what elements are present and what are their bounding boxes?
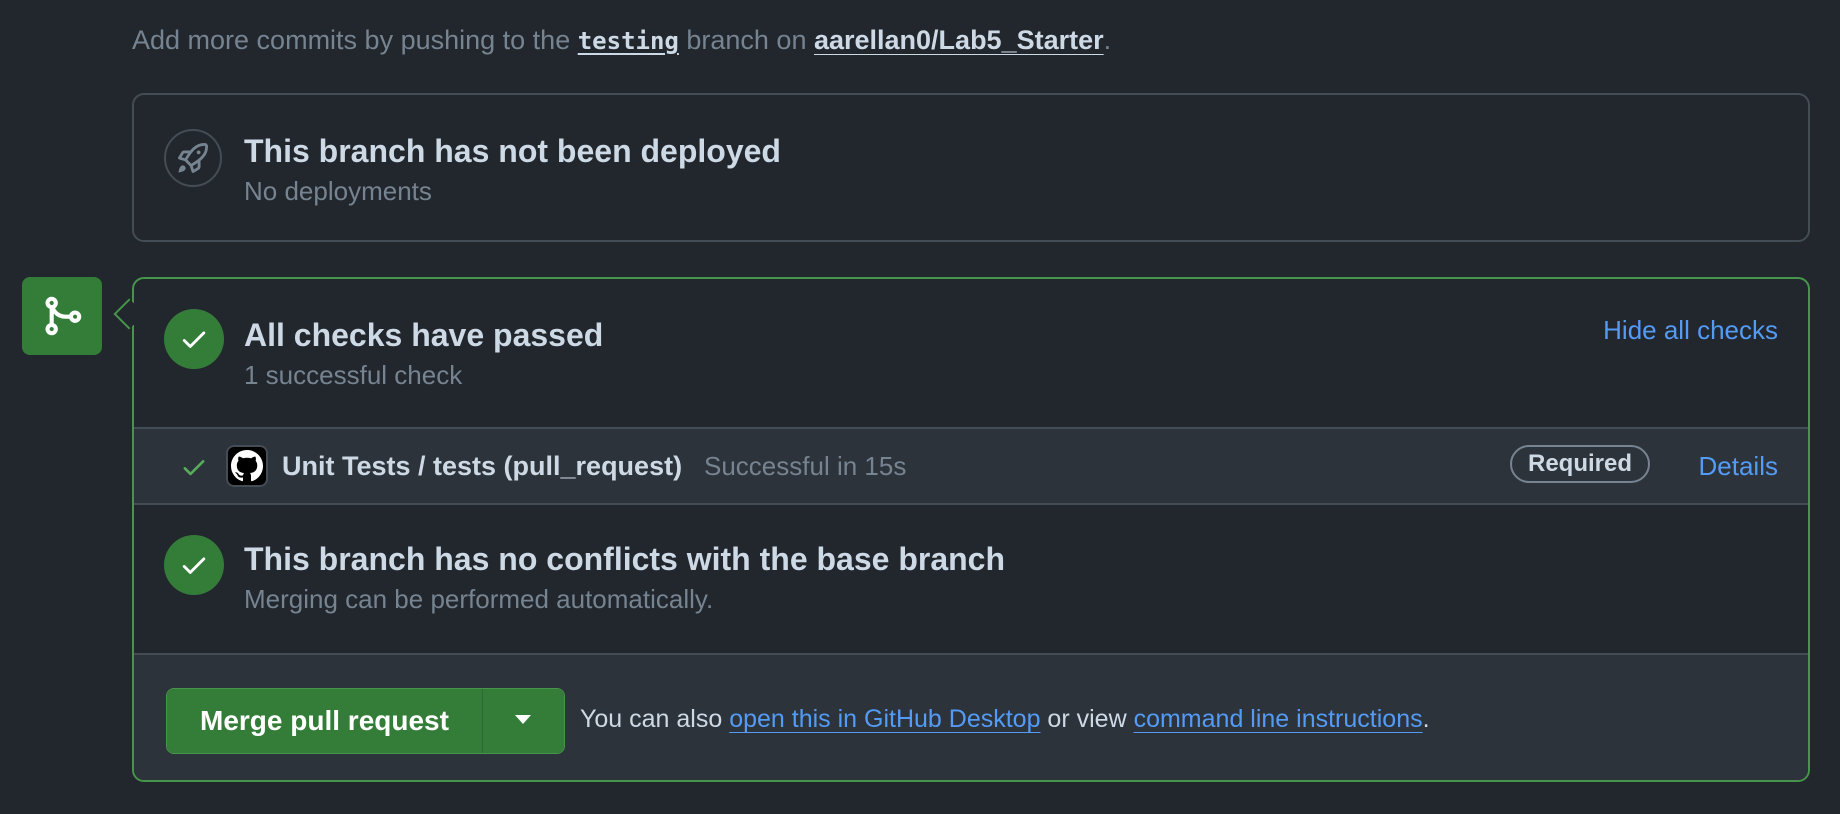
merge-method-dropdown-button[interactable] <box>481 689 564 753</box>
check-circle-icon <box>164 309 224 369</box>
git-merge-icon <box>22 277 102 355</box>
command-line-instructions-link[interactable]: command line instructions <box>1134 705 1423 733</box>
deployment-status-box: This branch has not been deployed No dep… <box>132 93 1810 242</box>
check-name: Unit Tests / tests (pull_request) <box>282 451 683 481</box>
conflicts-status: This branch has no conflicts with the ba… <box>134 505 1808 653</box>
push-hint-suffix: . <box>1103 25 1112 55</box>
hide-all-checks-link[interactable]: Hide all checks <box>1603 313 1778 347</box>
github-actions-avatar[interactable] <box>226 445 268 487</box>
push-hint-middle: branch on <box>678 25 814 55</box>
push-hint: Add more commits by pushing to the testi… <box>132 22 1111 59</box>
rocket-icon <box>164 129 222 187</box>
open-in-desktop-link[interactable]: open this in GitHub Desktop <box>729 705 1040 733</box>
repo-link[interactable]: aarellan0/Lab5_Starter <box>814 25 1104 55</box>
merge-button-group: Merge pull request <box>166 688 565 754</box>
deployment-subtitle: No deployments <box>244 176 432 206</box>
required-badge: Required <box>1510 445 1651 483</box>
check-row: Unit Tests / tests (pull_request) Succes… <box>134 427 1808 505</box>
checks-subtitle: 1 successful check <box>244 360 463 390</box>
merge-box: All checks have passed 1 successful chec… <box>132 277 1810 782</box>
merge-hint: You can also open this in GitHub Desktop… <box>580 701 1430 737</box>
branch-name[interactable]: testing <box>578 27 679 55</box>
triangle-down-icon <box>513 714 533 729</box>
merge-hint-middle: or view <box>1040 705 1134 733</box>
check-details-link[interactable]: Details <box>1699 449 1778 483</box>
merge-actions: Merge pull request You can also open thi… <box>134 653 1808 780</box>
check-circle-icon <box>164 535 224 595</box>
merge-pull-request-button[interactable]: Merge pull request <box>167 689 482 753</box>
check-icon <box>180 453 208 486</box>
merge-hint-suffix: . <box>1422 705 1430 733</box>
deployment-title: This branch has not been deployed <box>244 133 781 169</box>
conflicts-title: This branch has no conflicts with the ba… <box>244 541 1006 577</box>
check-status: Successful in 15s <box>704 451 907 481</box>
checks-summary: All checks have passed 1 successful chec… <box>134 279 1808 427</box>
merge-panel: Add more commits by pushing to the testi… <box>0 0 1840 814</box>
checks-title: All checks have passed <box>244 317 604 353</box>
push-hint-prefix: Add more commits by pushing to the <box>132 25 578 55</box>
conflicts-subtitle: Merging can be performed automatically. <box>244 584 714 614</box>
merge-hint-prefix: You can also <box>580 705 730 733</box>
